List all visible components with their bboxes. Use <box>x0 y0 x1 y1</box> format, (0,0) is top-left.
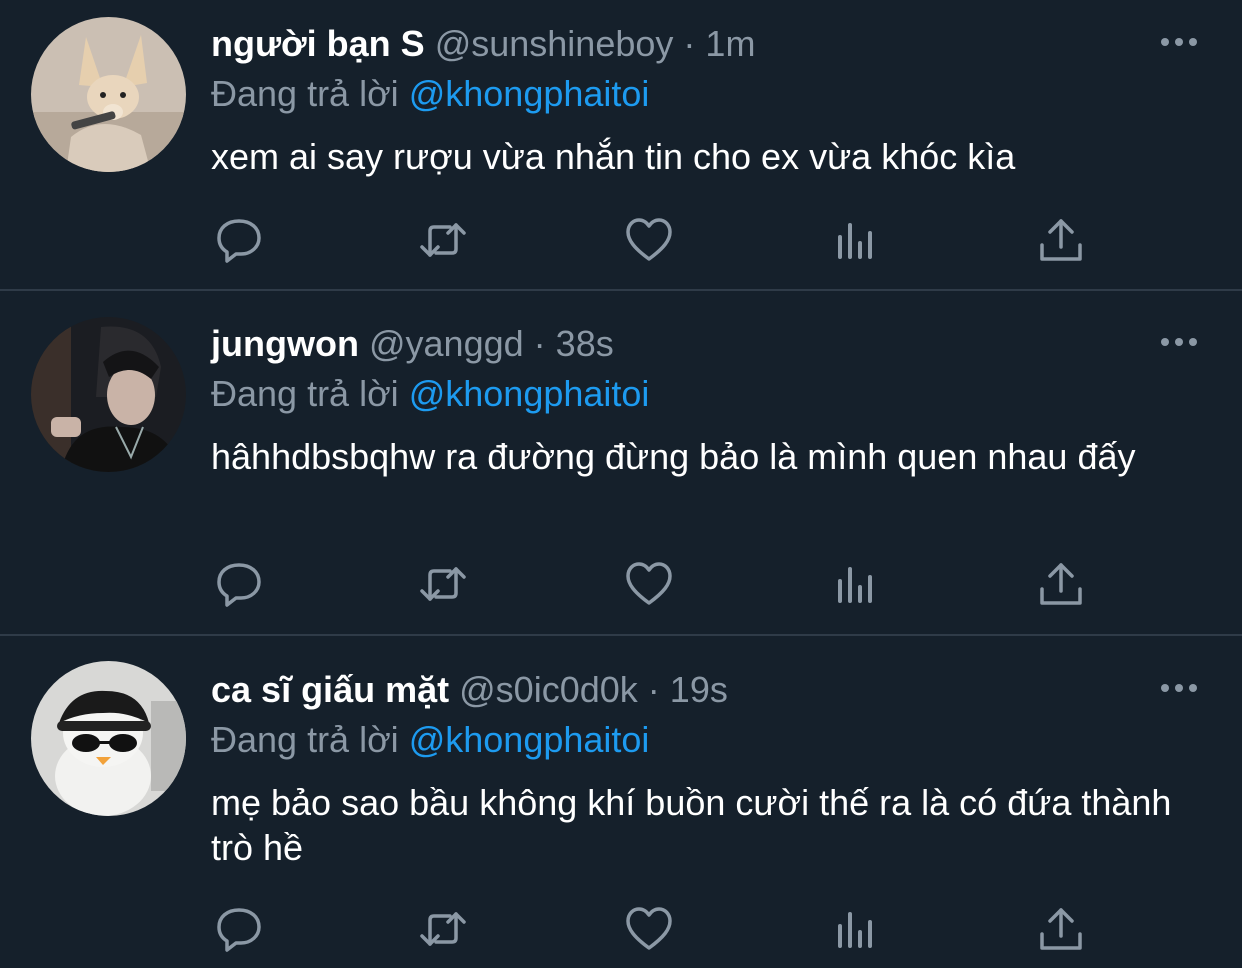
share-icon[interactable] <box>1036 559 1086 609</box>
avatar[interactable] <box>31 17 186 172</box>
tweet-header: jungwon @yanggd · 38s <box>211 322 614 366</box>
timestamp[interactable]: 38s <box>556 323 614 364</box>
user-handle[interactable]: @s0ic0d0k <box>459 669 638 710</box>
more-icon[interactable] <box>1158 34 1200 50</box>
reply-icon[interactable] <box>214 215 264 265</box>
replying-to-label: Đang trả lời <box>211 73 399 114</box>
user-handle[interactable]: @yanggd <box>369 323 524 364</box>
more-icon[interactable] <box>1158 680 1200 696</box>
person-photo-avatar <box>31 317 186 472</box>
reply-tweet[interactable]: ca sĩ giấu mặt @s0ic0d0k · 19s Đang trả … <box>0 636 1242 968</box>
replying-to: Đang trả lời @khongphaitoi <box>211 72 649 116</box>
like-icon[interactable] <box>624 904 674 954</box>
share-icon[interactable] <box>1036 215 1086 265</box>
avatar[interactable] <box>31 317 186 472</box>
share-icon[interactable] <box>1036 904 1086 954</box>
tweet-header: ca sĩ giấu mặt @s0ic0d0k · 19s <box>211 668 728 712</box>
mention-link[interactable]: @khongphaitoi <box>409 373 650 414</box>
separator-dot: · <box>533 323 546 364</box>
reply-tweet[interactable]: jungwon @yanggd · 38s Đang trả lời @khon… <box>0 291 1242 636</box>
tweet-text: xem ai say rượu vừa nhắn tin cho ex vừa … <box>211 136 1016 177</box>
more-icon[interactable] <box>1158 334 1200 350</box>
action-bar <box>211 559 1091 609</box>
retweet-icon[interactable] <box>418 559 468 609</box>
like-icon[interactable] <box>624 215 674 265</box>
action-bar <box>211 215 1091 265</box>
replying-to: Đang trả lời @khongphaitoi <box>211 372 649 416</box>
retweet-icon[interactable] <box>418 215 468 265</box>
tweet-text: mẹ bảo sao bầu không khí buồn cười thế r… <box>211 782 1172 868</box>
reply-icon[interactable] <box>214 904 264 954</box>
timestamp[interactable]: 1m <box>705 23 755 64</box>
analytics-icon[interactable] <box>831 215 881 265</box>
analytics-icon[interactable] <box>831 904 881 954</box>
reply-icon[interactable] <box>214 559 264 609</box>
replying-to-label: Đang trả lời <box>211 719 399 760</box>
like-icon[interactable] <box>624 559 674 609</box>
avatar[interactable] <box>31 661 186 816</box>
user-handle[interactable]: @sunshineboy <box>435 23 674 64</box>
separator-dot: · <box>683 23 696 64</box>
mention-link[interactable]: @khongphaitoi <box>409 719 650 760</box>
fennec-fox-avatar <box>31 17 186 172</box>
display-name[interactable]: người bạn S <box>211 23 425 64</box>
tweet-text: hâhhdbsbqhw ra đường đừng bảo là mình qu… <box>211 436 1136 477</box>
replying-to-label: Đang trả lời <box>211 373 399 414</box>
separator-dot: · <box>647 669 660 710</box>
tweet-header: người bạn S @sunshineboy · 1m <box>211 22 755 66</box>
mention-link[interactable]: @khongphaitoi <box>409 73 650 114</box>
timestamp[interactable]: 19s <box>670 669 728 710</box>
display-name[interactable]: jungwon <box>211 323 359 364</box>
masked-figure-avatar <box>31 661 186 816</box>
analytics-icon[interactable] <box>831 559 881 609</box>
display-name[interactable]: ca sĩ giấu mặt <box>211 669 449 710</box>
action-bar <box>211 904 1091 954</box>
replying-to: Đang trả lời @khongphaitoi <box>211 718 649 762</box>
reply-tweet[interactable]: người bạn S @sunshineboy · 1m Đang trả l… <box>0 0 1242 291</box>
retweet-icon[interactable] <box>418 904 468 954</box>
